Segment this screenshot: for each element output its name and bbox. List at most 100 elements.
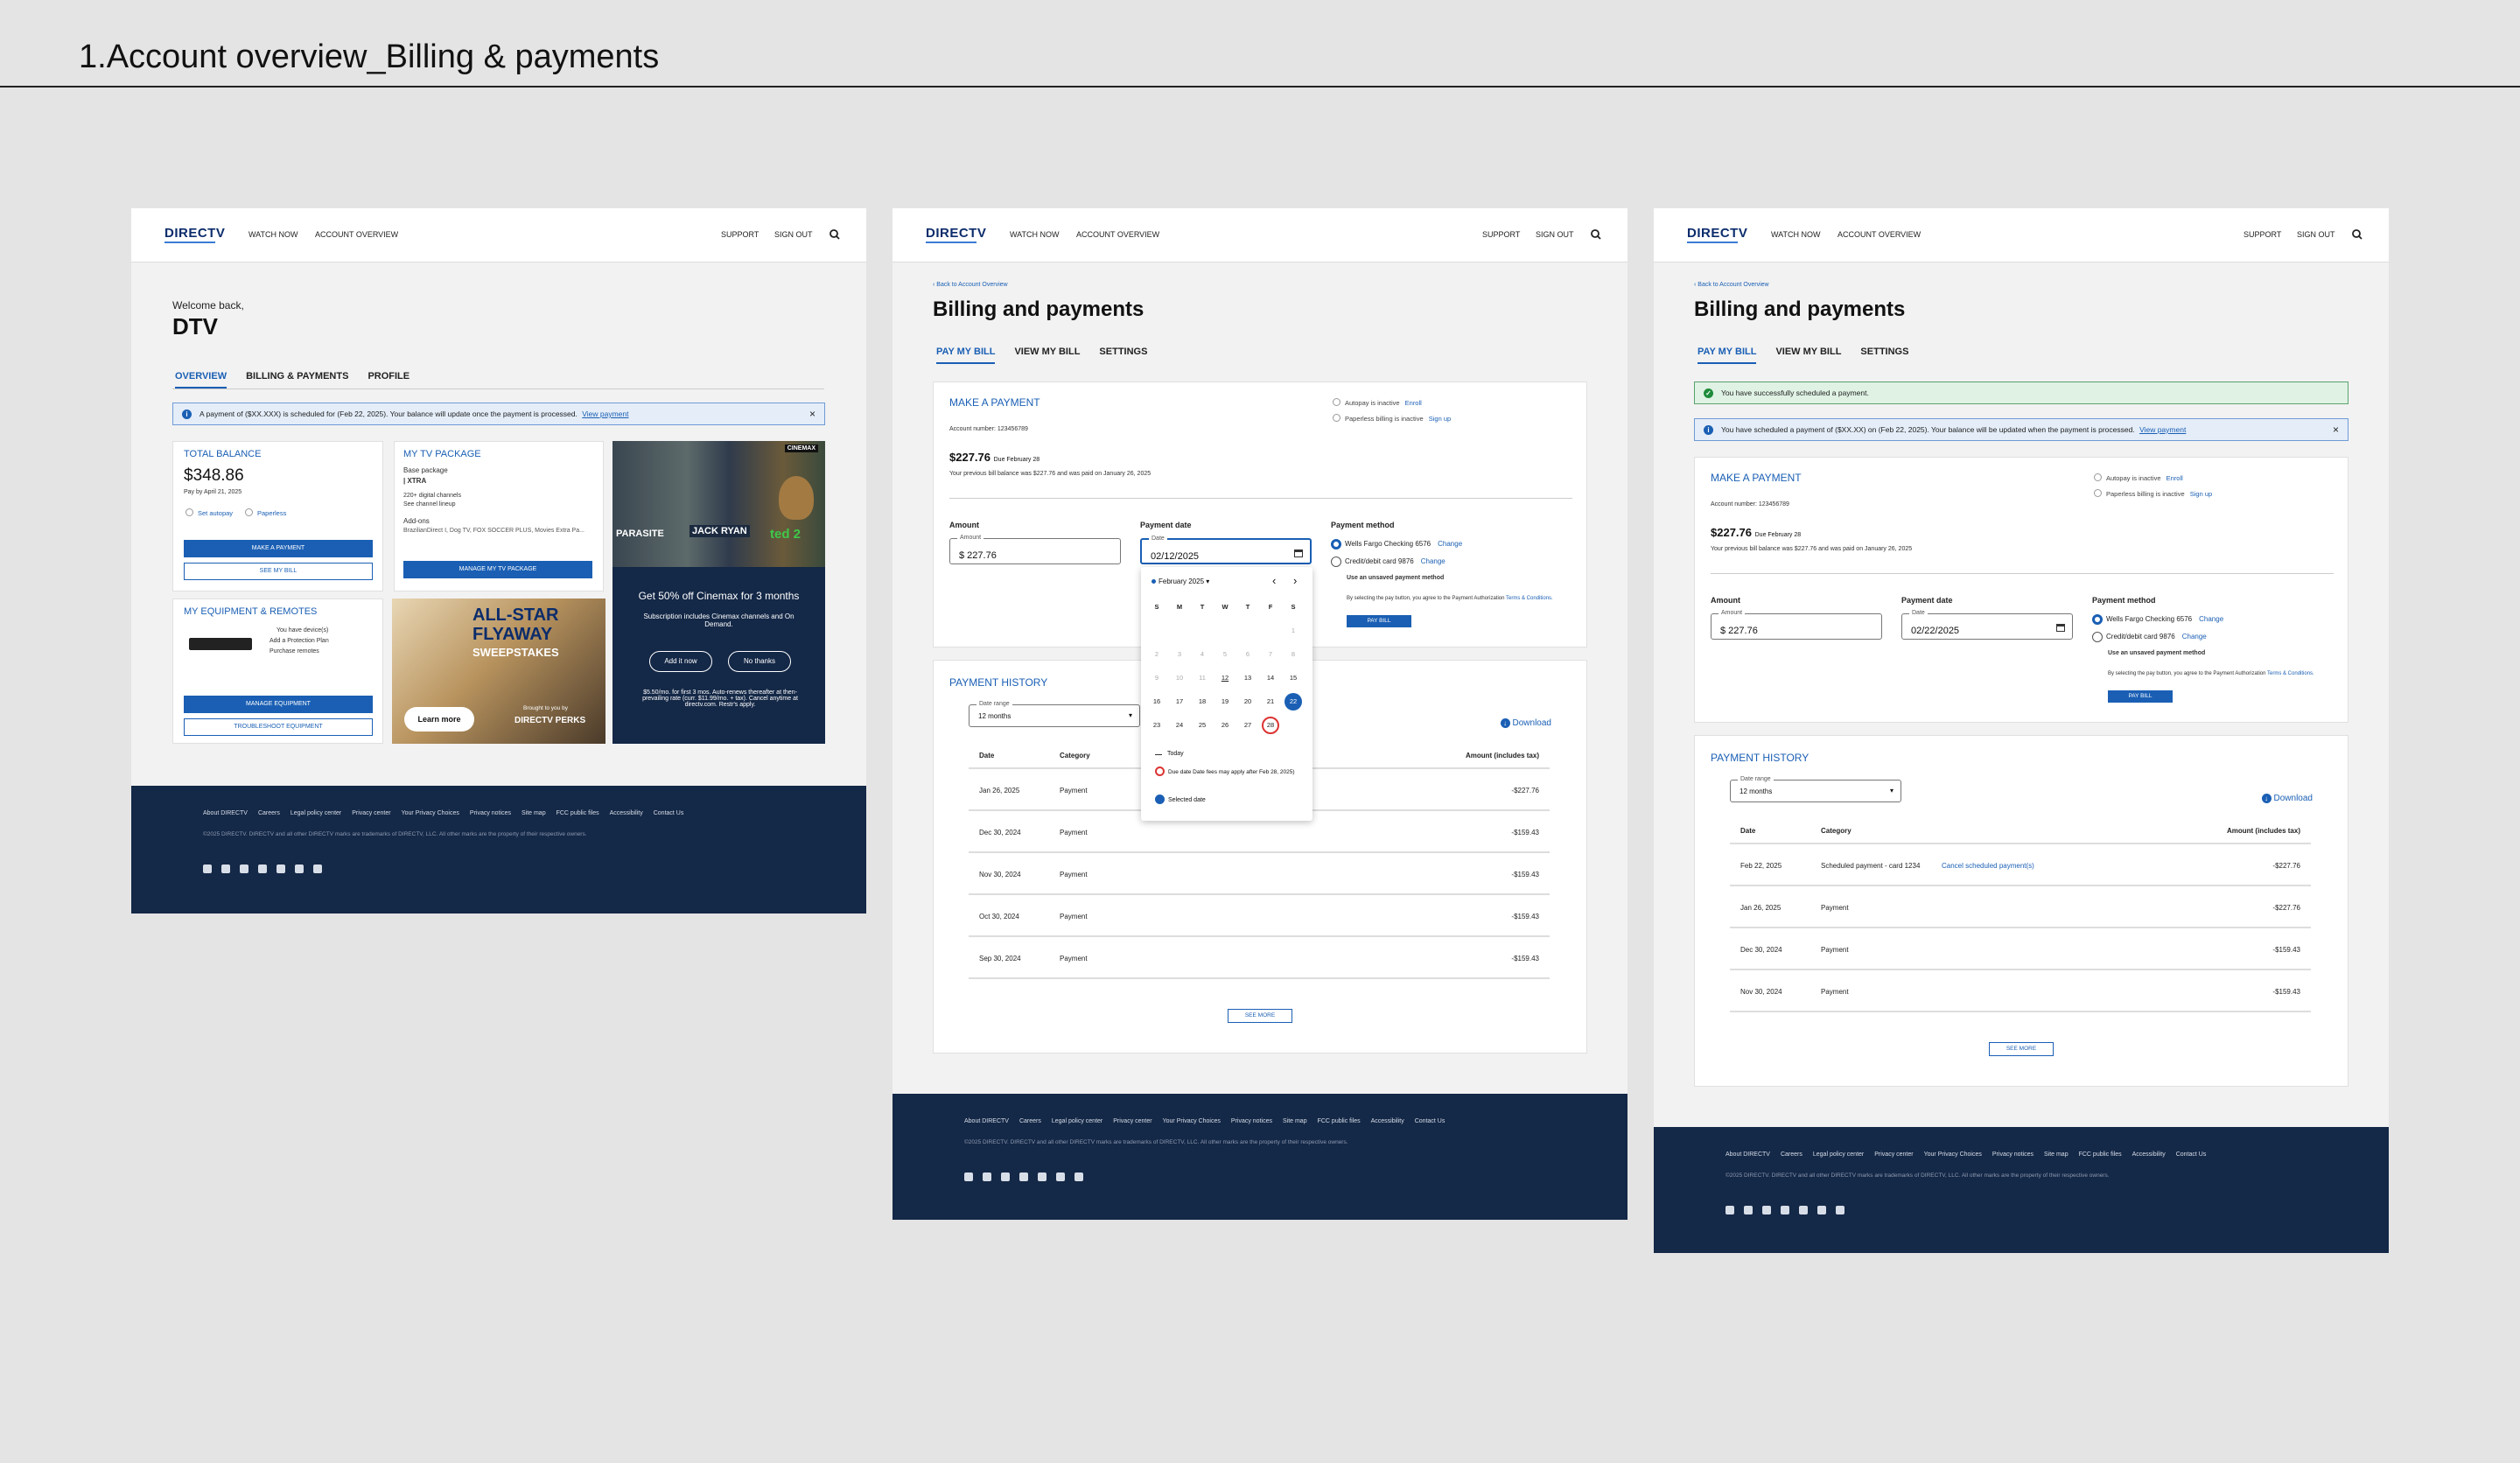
footer-link-privacy-center[interactable]: Privacy center — [1874, 1152, 1913, 1158]
footer-link-accessibility[interactable]: Accessibility — [1371, 1118, 1404, 1124]
footer-link-about[interactable]: About DIRECTV — [964, 1118, 1009, 1124]
amount-input[interactable]: Amount $ 227.76 — [949, 535, 1121, 564]
directv-logo[interactable]: DIRECTV — [164, 226, 225, 243]
nav-sign-out[interactable]: SIGN OUT — [1536, 230, 1574, 239]
nav-support[interactable]: SUPPORT — [721, 230, 759, 239]
calendar-day[interactable]: 28 — [1262, 717, 1279, 734]
facebook-icon[interactable] — [983, 1172, 991, 1181]
pay-bill-button[interactable]: PAY BILL — [2108, 690, 2173, 703]
nav-account-overview[interactable]: ACCOUNT OVERVIEW — [315, 230, 398, 239]
footer-link-fcc[interactable]: FCC public files — [2079, 1152, 2122, 1158]
add-it-now-button[interactable]: Add it now — [649, 651, 712, 672]
calendar-day[interactable]: 16 — [1148, 693, 1166, 710]
back-link[interactable]: ‹ Back to Account Overview — [933, 282, 1008, 288]
method-checking-radio[interactable]: Wells Fargo Checking 6576 Change — [2092, 614, 2223, 625]
calendar-day[interactable]: 20 — [1239, 693, 1256, 710]
tab-pay-my-bill[interactable]: PAY MY BILL — [936, 346, 996, 364]
date-input[interactable]: Date 02/12/2025 — [1140, 536, 1312, 564]
method-card-radio[interactable]: Credit/debit card 9876 Change — [1331, 556, 1446, 567]
calendar-icon[interactable] — [2056, 624, 2065, 632]
set-autopay-link[interactable]: Set autopay — [186, 508, 233, 517]
footer-link-careers[interactable]: Careers — [258, 810, 280, 816]
calendar-day[interactable]: 25 — [1194, 717, 1211, 734]
tab-pay-my-bill[interactable]: PAY MY BILL — [1698, 346, 1757, 364]
threads-icon[interactable] — [1836, 1206, 1844, 1214]
nav-support[interactable]: SUPPORT — [1482, 230, 1520, 239]
calendar-day[interactable]: 12 — [1216, 669, 1234, 687]
footer-link-fcc[interactable]: FCC public files — [1318, 1118, 1361, 1124]
back-link[interactable]: ‹ Back to Account Overview — [1694, 282, 1769, 288]
nav-account-overview[interactable]: ACCOUNT OVERVIEW — [1838, 230, 1921, 239]
footer-link-contact[interactable]: Contact Us — [2176, 1152, 2207, 1158]
manage-equipment-button[interactable]: MANAGE EQUIPMENT — [184, 696, 373, 713]
change-link[interactable]: Change — [2182, 633, 2207, 640]
facebook-icon[interactable] — [221, 864, 230, 873]
footer-link-privacy-center[interactable]: Privacy center — [1113, 1118, 1152, 1124]
x-icon[interactable] — [1001, 1172, 1010, 1181]
make-payment-button[interactable]: MAKE A PAYMENT — [184, 540, 373, 557]
footer-link-accessibility[interactable]: Accessibility — [610, 810, 643, 816]
date-input[interactable]: Date 02/22/2025 — [1901, 610, 2073, 640]
amount-input[interactable]: Amount $ 227.76 — [1711, 610, 1882, 640]
calendar-day[interactable]: 13 — [1239, 669, 1256, 687]
footer-link-about[interactable]: About DIRECTV — [203, 810, 248, 816]
footer-link-contact[interactable]: Contact Us — [1415, 1118, 1446, 1124]
calendar-day[interactable]: 18 — [1194, 693, 1211, 710]
tab-settings[interactable]: SETTINGS — [1099, 346, 1147, 364]
tab-overview[interactable]: OVERVIEW — [175, 371, 228, 388]
signup-link[interactable]: Sign up — [2190, 490, 2212, 498]
footer-link-about[interactable]: About DIRECTV — [1726, 1152, 1770, 1158]
footer-link-site-map[interactable]: Site map — [1283, 1118, 1307, 1124]
linkedin-icon[interactable] — [203, 864, 212, 873]
youtube-icon[interactable] — [276, 864, 285, 873]
close-icon[interactable]: × — [2333, 419, 2339, 440]
unsaved-method-link[interactable]: Use an unsaved payment method — [2108, 650, 2205, 656]
footer-link-fcc[interactable]: FCC public files — [556, 810, 599, 816]
nav-sign-out[interactable]: SIGN OUT — [2297, 230, 2335, 239]
footer-link-privacy-choices[interactable]: Your Privacy Choices — [1924, 1152, 1982, 1158]
calendar-day[interactable]: 21 — [1262, 693, 1279, 710]
calendar-day[interactable]: 27 — [1239, 717, 1256, 734]
footer-link-accessibility[interactable]: Accessibility — [2132, 1152, 2166, 1158]
learn-more-button[interactable]: Learn more — [404, 707, 474, 732]
method-card-radio[interactable]: Credit/debit card 9876 Change — [2092, 632, 2207, 642]
view-payment-link[interactable]: View payment — [2139, 425, 2186, 434]
threads-icon[interactable] — [313, 864, 322, 873]
next-month-icon[interactable]: › — [1293, 574, 1297, 587]
date-range-select[interactable]: Date range 12 months ▾ — [1730, 776, 1901, 802]
footer-link-careers[interactable]: Careers — [1781, 1152, 1802, 1158]
see-more-button[interactable]: SEE MORE — [1989, 1042, 2054, 1056]
change-link[interactable]: Change — [2199, 615, 2223, 623]
footer-link-privacy-notices[interactable]: Privacy notices — [1992, 1152, 2034, 1158]
tab-profile[interactable]: PROFILE — [368, 371, 410, 388]
date-range-select[interactable]: Date range 12 months ▾ — [969, 701, 1140, 727]
search-icon[interactable] — [1590, 228, 1602, 241]
footer-link-site-map[interactable]: Site map — [522, 810, 546, 816]
manage-tv-package-button[interactable]: MANAGE MY TV PACKAGE — [403, 561, 592, 578]
footer-link-legal[interactable]: Legal policy center — [1813, 1152, 1864, 1158]
instagram-icon[interactable] — [258, 864, 267, 873]
footer-link-careers[interactable]: Careers — [1019, 1118, 1041, 1124]
close-icon[interactable]: × — [809, 403, 816, 424]
search-icon[interactable] — [2351, 228, 2363, 241]
footer-link-privacy-notices[interactable]: Privacy notices — [470, 810, 511, 816]
instagram-icon[interactable] — [1781, 1206, 1789, 1214]
footer-link-privacy-center[interactable]: Privacy center — [352, 810, 390, 816]
calendar-day[interactable]: 24 — [1171, 717, 1188, 734]
pay-bill-button[interactable]: PAY BILL — [1347, 615, 1411, 627]
linkedin-icon[interactable] — [964, 1172, 973, 1181]
signup-link[interactable]: Sign up — [1429, 415, 1451, 423]
see-my-bill-button[interactable]: SEE MY BILL — [184, 563, 373, 580]
change-link[interactable]: Change — [1438, 540, 1462, 548]
instagram-icon[interactable] — [1019, 1172, 1028, 1181]
tab-billing-payments[interactable]: BILLING & PAYMENTS — [246, 371, 348, 388]
change-link[interactable]: Change — [1421, 557, 1446, 565]
calendar-day[interactable]: 22 — [1284, 693, 1302, 710]
nav-sign-out[interactable]: SIGN OUT — [774, 230, 813, 239]
x-icon[interactable] — [240, 864, 248, 873]
footer-link-privacy-choices[interactable]: Your Privacy Choices — [1163, 1118, 1221, 1124]
prev-month-icon[interactable]: ‹ — [1272, 574, 1276, 587]
see-more-button[interactable]: SEE MORE — [1228, 1009, 1292, 1023]
tiktok-icon[interactable] — [295, 864, 304, 873]
calendar-day[interactable]: 15 — [1284, 669, 1302, 687]
